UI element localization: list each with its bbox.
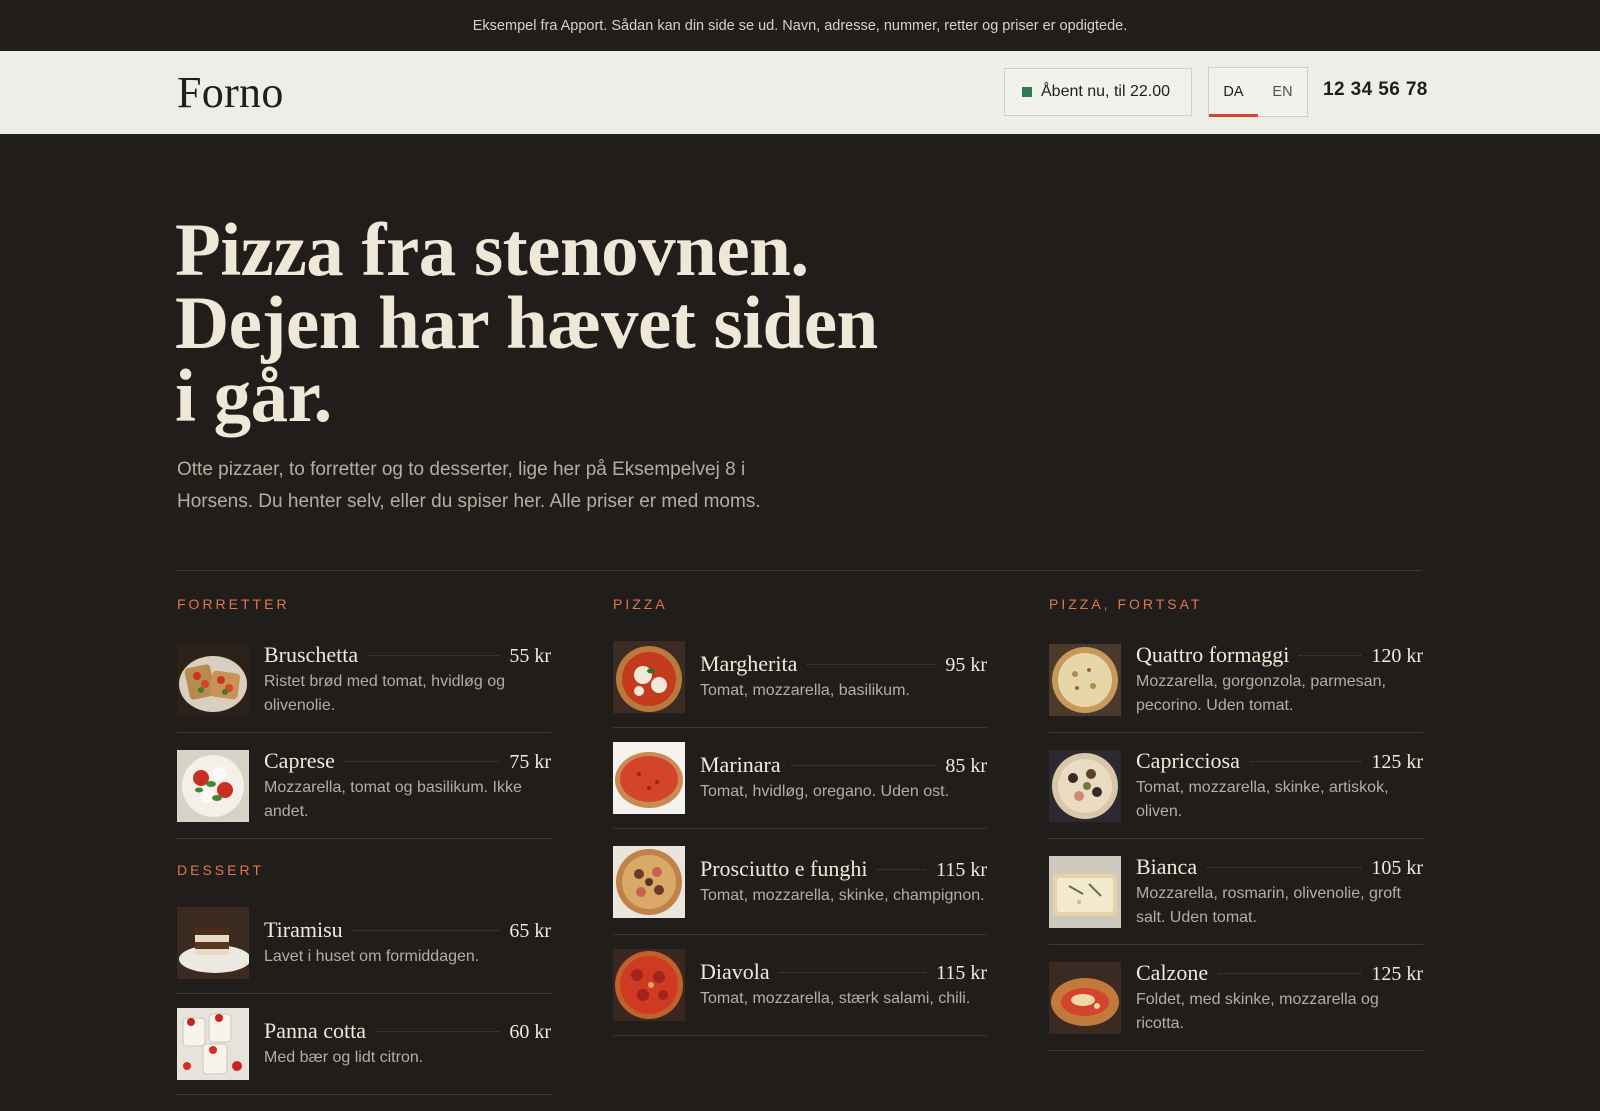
demo-notice-bar: Eksempel fra Apport. Sådan kan din side … xyxy=(0,0,1600,51)
item-price: 115 kr xyxy=(936,858,987,881)
open-status-badge: Åbent nu, til 22.00 xyxy=(1004,68,1192,116)
dot-leader xyxy=(1207,866,1362,868)
item-name: Tiramisu xyxy=(264,917,343,942)
item-price: 65 kr xyxy=(509,920,551,942)
item-name: Quattro formaggi xyxy=(1136,641,1290,667)
bianca-photo xyxy=(1049,855,1121,928)
dot-leader xyxy=(779,972,927,973)
dot-leader xyxy=(368,654,500,656)
site-header: Forno Åbent nu, til 22.00 DA EN 12 34 56… xyxy=(0,51,1600,134)
dot-leader xyxy=(807,664,936,665)
section-label-starters: FORRETTER xyxy=(177,596,290,612)
margherita-photo xyxy=(613,641,685,713)
item-description: Ristet brød med tomat, hvidløg og oliven… xyxy=(264,672,505,714)
calzone-photo xyxy=(1049,961,1121,1034)
language-da-button[interactable]: DA xyxy=(1209,68,1258,117)
item-description: Mozzarella, tomat og basilikum. Ikke and… xyxy=(264,778,522,820)
marinara-photo xyxy=(613,742,685,814)
panna-cotta-photo xyxy=(177,1008,249,1080)
menu-item: Caprese 75 kr Mozzarella, tomat og basil… xyxy=(177,733,551,839)
menu-column-starters: FORRETTER Bruschetta 55 kr Ristet brød m… xyxy=(177,595,551,1095)
menu-item: Panna cotta 60 kr Med bær og lidt citron… xyxy=(177,994,551,1095)
logo[interactable]: Forno xyxy=(177,67,284,118)
item-price: 95 kr xyxy=(945,654,987,676)
item-description: Med bær og lidt citron. xyxy=(264,1049,424,1066)
menu-item: Capricciosa 125 kr Tomat, mozzarella, sk… xyxy=(1049,733,1423,839)
item-price: 55 kr xyxy=(509,644,551,667)
language-en-button[interactable]: EN xyxy=(1258,68,1307,116)
item-name: Calzone xyxy=(1136,959,1209,985)
section-label-dessert: DESSERT xyxy=(177,862,264,878)
prosciutto-photo xyxy=(613,845,685,918)
menu-item: Prosciutto e funghi 115 kr Tomat, mozzar… xyxy=(613,829,987,935)
phone-link[interactable]: 12 34 56 78 xyxy=(1323,79,1428,101)
menu-item: Quattro formaggi 120 kr Mozzarella, gorg… xyxy=(1049,627,1423,733)
dot-leader xyxy=(1218,972,1362,974)
demo-notice-text: Eksempel fra Apport. Sådan kan din side … xyxy=(472,17,1128,34)
item-name: Margherita xyxy=(700,651,798,676)
hero-title: Pizza fra stenovnen. Dejen har hævet sid… xyxy=(175,209,878,438)
item-name: Bianca xyxy=(1136,853,1198,879)
item-name: Bruschetta xyxy=(264,641,359,667)
section-divider xyxy=(177,570,1422,571)
menu-item: Marinara 85 kr Tomat, hvidløg, oregano. … xyxy=(613,728,987,829)
quattro-formaggi-photo xyxy=(1049,643,1121,716)
item-name: Prosciutto e funghi xyxy=(700,855,868,881)
menu-item: Margherita 95 kr Tomat, mozzarella, basi… xyxy=(613,627,987,728)
item-price: 60 kr xyxy=(509,1021,551,1043)
item-price: 105 kr xyxy=(1371,856,1423,879)
item-name: Capricciosa xyxy=(1136,747,1240,773)
item-price: 115 kr xyxy=(936,962,987,984)
menu-column-pizza: PIZZA Margherita 95 kr Tomat, mozzarella… xyxy=(613,595,987,1036)
item-description: Lavet i huset om formiddagen. xyxy=(264,948,480,965)
item-price: 125 kr xyxy=(1371,750,1423,773)
item-price: 75 kr xyxy=(509,750,551,773)
dot-leader xyxy=(877,868,927,870)
menu-item: Diavola 115 kr Tomat, mozzarella, stærk … xyxy=(613,935,987,1036)
capricciosa-photo xyxy=(1049,749,1121,822)
item-description: Tomat, mozzarella, stærk salami, chili. xyxy=(700,990,971,1007)
open-status-text: Åbent nu, til 22.00 xyxy=(1041,83,1170,100)
dot-leader xyxy=(1249,760,1362,762)
section-label-pizza-continued: PIZZA, FORTSAT xyxy=(1049,596,1203,612)
caprese-photo xyxy=(177,749,249,822)
item-name: Panna cotta xyxy=(264,1018,367,1043)
item-name: Caprese xyxy=(264,747,335,773)
diavola-photo xyxy=(613,949,685,1021)
item-description: Tomat, mozzarella, skinke, champignon. xyxy=(700,886,985,904)
dot-leader xyxy=(376,1031,500,1032)
language-switcher: DA EN xyxy=(1208,67,1308,117)
item-description: Mozzarella, rosmarin, olivenolie, groft … xyxy=(1136,884,1401,926)
menu-item: Tiramisu 65 kr Lavet i huset om formidda… xyxy=(177,893,551,994)
item-price: 85 kr xyxy=(945,755,987,777)
bruschetta-photo xyxy=(177,643,249,716)
dot-leader xyxy=(344,760,500,762)
menu-item: Calzone 125 kr Foldet, med skinke, mozza… xyxy=(1049,945,1423,1051)
dot-leader xyxy=(1299,654,1362,656)
item-description: Tomat, hvidløg, oregano. Uden ost. xyxy=(700,783,950,800)
item-name: Marinara xyxy=(700,752,781,777)
menu-column-pizza-continued: PIZZA, FORTSAT Quattro formaggi 120 kr M… xyxy=(1049,595,1423,1051)
menu-item: Bruschetta 55 kr Ristet brød med tomat, … xyxy=(177,627,551,733)
item-description: Mozzarella, gorgonzola, parmesan, pecori… xyxy=(1136,672,1386,714)
dot-leader xyxy=(352,930,500,931)
menu-item: Bianca 105 kr Mozzarella, rosmarin, oliv… xyxy=(1049,839,1423,945)
item-description: Foldet, med skinke, mozzarella og ricott… xyxy=(1136,990,1379,1032)
tiramisu-photo xyxy=(177,907,249,979)
hero-subtitle: Otte pizzaer, to forretter og to dessert… xyxy=(177,459,761,512)
item-name: Diavola xyxy=(700,959,770,984)
open-status-dot-icon xyxy=(1022,87,1032,97)
dot-leader xyxy=(790,765,936,766)
item-price: 125 kr xyxy=(1371,962,1423,985)
item-description: Tomat, mozzarella, skinke, artiskok, oli… xyxy=(1136,778,1389,820)
item-price: 120 kr xyxy=(1371,644,1423,667)
section-label-pizza: PIZZA xyxy=(613,596,668,612)
item-description: Tomat, mozzarella, basilikum. xyxy=(700,682,910,699)
